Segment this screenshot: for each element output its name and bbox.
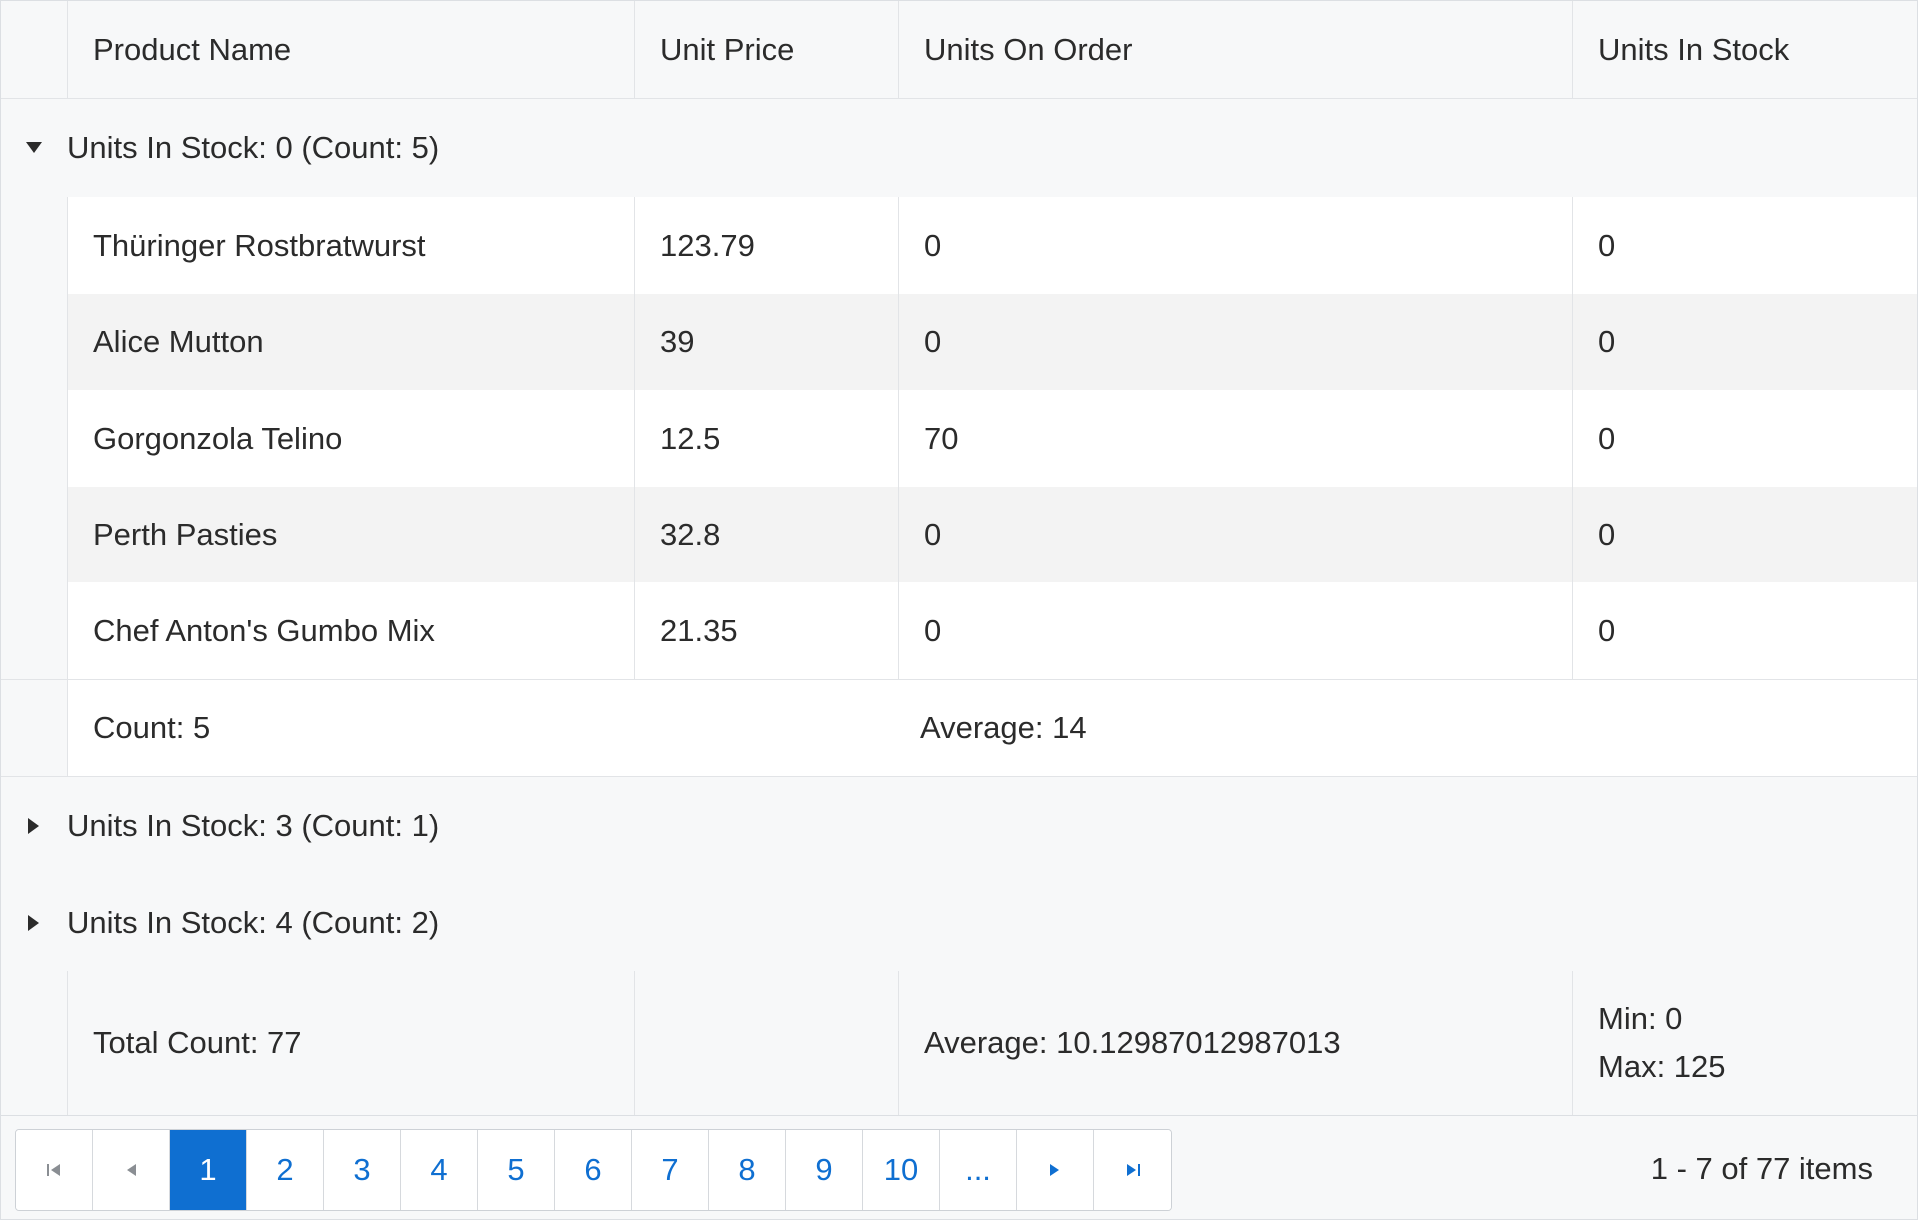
grid-header: Product Name Unit Price Units On Order U… (1, 1, 1917, 99)
previous-page-button[interactable] (93, 1130, 170, 1210)
next-page-button[interactable] (1017, 1130, 1094, 1210)
cell-units-in-stock: 0 (1572, 582, 1917, 679)
pager-info: 1 - 7 of 77 items (1650, 1151, 1873, 1186)
table-row[interactable]: Thüringer Rostbratwurst 123.79 0 0 (1, 197, 1917, 294)
cell-units-on-order: 70 (898, 390, 1572, 487)
column-header-label: Units In Stock (1598, 31, 1790, 67)
column-header-units-on-order[interactable]: Units On Order (898, 1, 1572, 98)
page-button-8[interactable]: 8 (709, 1130, 786, 1210)
group-indent-header (1, 1, 67, 98)
cell-product-name: Chef Anton's Gumbo Mix (67, 582, 634, 679)
cell-product-name: Thüringer Rostbratwurst (67, 197, 634, 294)
group-header-label: Units In Stock: 0 (Count: 5) (67, 130, 440, 165)
group-indent (1, 294, 67, 390)
column-header-unit-price[interactable]: Unit Price (634, 1, 898, 98)
group-footer-row: Count: 5 Average: 14 (1, 679, 1917, 777)
page-button-10[interactable]: 10 (863, 1130, 940, 1210)
last-page-button[interactable] (1094, 1130, 1171, 1210)
group-indent (1, 680, 67, 776)
total-max: Max: 125 (1598, 1049, 1726, 1084)
cell-units-on-order: 0 (898, 197, 1572, 294)
cell-units-on-order: 0 (898, 582, 1572, 679)
cell-units-in-stock: 0 (1572, 197, 1917, 294)
group-footer-count: Count: 5 (67, 680, 634, 776)
table-row[interactable]: Perth Pasties 32.8 0 0 (1, 487, 1917, 582)
expand-caret-icon[interactable] (1, 874, 67, 971)
page-button-9[interactable]: 9 (786, 1130, 863, 1210)
total-min-max: Min: 0 Max: 125 (1572, 971, 1917, 1115)
cell-units-on-order: 0 (898, 294, 1572, 390)
cell-units-in-stock: 0 (1572, 294, 1917, 390)
page-button-1[interactable]: 1 (170, 1130, 247, 1210)
group-indent (1, 971, 67, 1115)
cell-product-name: Alice Mutton (67, 294, 634, 390)
collapse-caret-icon[interactable] (1, 99, 67, 197)
next-page-icon (1050, 1164, 1059, 1176)
expand-caret-icon[interactable] (1, 777, 67, 874)
group-indent (1, 197, 67, 294)
total-empty-cell (634, 971, 898, 1115)
cell-units-in-stock: 0 (1572, 390, 1917, 487)
cell-product-name: Gorgonzola Telino (67, 390, 634, 487)
cell-product-name: Perth Pasties (67, 487, 634, 582)
cell-unit-price: 123.79 (634, 197, 898, 294)
cell-units-on-order: 0 (898, 487, 1572, 582)
column-header-label: Units On Order (924, 31, 1133, 67)
first-page-button[interactable] (16, 1130, 93, 1210)
cell-units-in-stock: 0 (1572, 487, 1917, 582)
page-button-3[interactable]: 3 (324, 1130, 401, 1210)
last-page-icon (1126, 1164, 1140, 1176)
group-indent (1, 582, 67, 679)
group-header-label: Units In Stock: 3 (Count: 1) (67, 807, 440, 843)
total-count: Total Count: 77 (67, 971, 634, 1115)
grid-footer-totals: Total Count: 77 Average: 10.129870129870… (1, 971, 1917, 1115)
cell-unit-price: 32.8 (634, 487, 898, 582)
more-pages-button[interactable]: ... (940, 1130, 1017, 1210)
table-row[interactable]: Gorgonzola Telino 12.5 70 0 (1, 390, 1917, 487)
page-button-2[interactable]: 2 (247, 1130, 324, 1210)
column-header-product-name[interactable]: Product Name (67, 1, 634, 98)
group-indent (1, 390, 67, 487)
table-row[interactable]: Chef Anton's Gumbo Mix 21.35 0 0 (1, 582, 1917, 679)
group-header-row[interactable]: Units In Stock: 0 (Count: 5) (1, 99, 1917, 197)
pager-buttons: 1 2 3 4 5 6 7 8 9 10 ... (15, 1129, 1172, 1211)
group-header-row[interactable]: Units In Stock: 3 (Count: 1) (1, 777, 1917, 874)
total-average: Average: 10.12987012987013 (898, 971, 1572, 1115)
group-header-label: Units In Stock: 4 (Count: 2) (67, 904, 440, 940)
previous-page-icon (127, 1164, 136, 1176)
cell-unit-price: 12.5 (634, 390, 898, 487)
cell-unit-price: 21.35 (634, 582, 898, 679)
page-button-7[interactable]: 7 (632, 1130, 709, 1210)
total-min: Min: 0 (1598, 1001, 1683, 1036)
column-header-label: Unit Price (660, 31, 795, 67)
page-button-4[interactable]: 4 (401, 1130, 478, 1210)
table-row[interactable]: Alice Mutton 39 0 0 (1, 294, 1917, 390)
column-header-label: Product Name (93, 31, 292, 67)
page-button-6[interactable]: 6 (555, 1130, 632, 1210)
first-page-icon (47, 1164, 60, 1176)
group-header-row[interactable]: Units In Stock: 4 (Count: 2) (1, 874, 1917, 971)
pager: 1 2 3 4 5 6 7 8 9 10 ... 1 - 7 of 77 ite… (1, 1115, 1917, 1219)
column-header-units-in-stock[interactable]: Units In Stock (1572, 1, 1917, 98)
page-button-5[interactable]: 5 (478, 1130, 555, 1210)
group-footer-average: Average: 14 (920, 710, 1087, 745)
group-indent (1, 487, 67, 582)
cell-unit-price: 39 (634, 294, 898, 390)
data-grid: Product Name Unit Price Units On Order U… (0, 0, 1918, 1220)
